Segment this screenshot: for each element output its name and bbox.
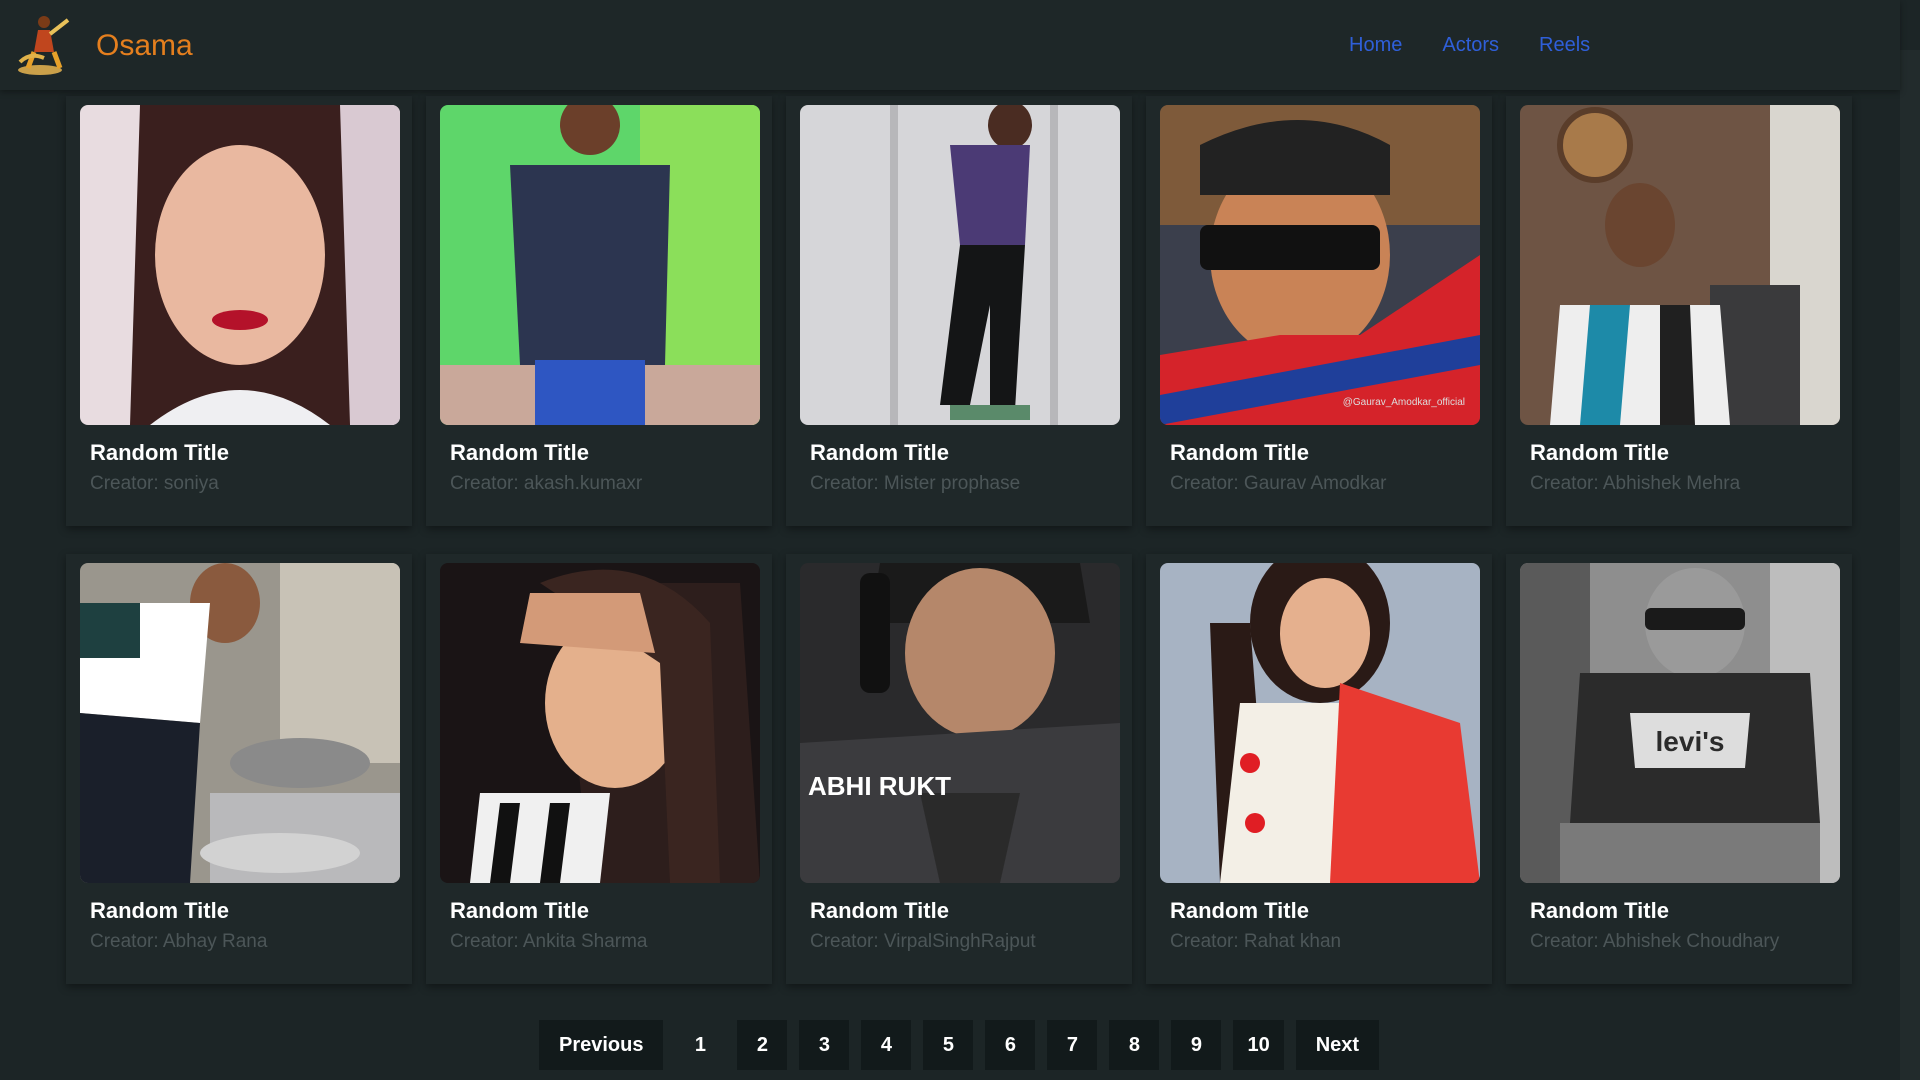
video-thumbnail[interactable] bbox=[1520, 105, 1840, 425]
card-title: Random Title bbox=[1170, 898, 1309, 923]
card-creator: Creator: Abhay Rana bbox=[90, 931, 268, 952]
video-thumbnail[interactable] bbox=[800, 105, 1120, 425]
page-button-3[interactable]: 3 bbox=[799, 1020, 850, 1070]
video-thumbnail[interactable]: levi's bbox=[1520, 563, 1840, 883]
card-title: Random Title bbox=[90, 898, 229, 923]
card-title: Random Title bbox=[450, 440, 589, 465]
nav-links: Home Actors Reels bbox=[1349, 34, 1590, 57]
video-card[interactable]: Random Title Creator: Mister prophase bbox=[786, 96, 1132, 526]
thumbnail-image: levi's bbox=[1520, 563, 1840, 883]
thumbnail-image: ABHI RUKT bbox=[800, 563, 1120, 883]
scrollbar-track[interactable] bbox=[1900, 50, 1920, 1080]
video-thumbnail[interactable]: ABHI RUKT bbox=[800, 563, 1120, 883]
page-button-1[interactable]: 1 bbox=[675, 1020, 726, 1070]
video-card[interactable]: Random Title Creator: Rahat khan bbox=[1146, 554, 1492, 984]
video-thumbnail[interactable] bbox=[80, 563, 400, 883]
thumbnail-image bbox=[80, 563, 400, 883]
card-creator: Creator: Ankita Sharma bbox=[450, 931, 648, 952]
thumbnail-image bbox=[440, 563, 760, 883]
thumbnail-overlay-text: ABHI RUKT bbox=[808, 771, 951, 801]
card-title: Random Title bbox=[450, 898, 589, 923]
thumbnail-image bbox=[800, 105, 1120, 425]
thumbnail-shirt-text: levi's bbox=[1656, 726, 1725, 757]
card-creator: Creator: soniya bbox=[90, 473, 219, 494]
card-title: Random Title bbox=[90, 440, 229, 465]
nav-home-link[interactable]: Home bbox=[1349, 34, 1402, 57]
video-card[interactable]: Random Title Creator: akash.kumaxr bbox=[426, 96, 772, 526]
next-page-button[interactable]: Next bbox=[1295, 1020, 1380, 1070]
video-thumbnail[interactable]: @Gaurav_Amodkar_official bbox=[1160, 105, 1480, 425]
pagination: Previous 1 2 3 4 5 6 7 8 9 10 Next bbox=[539, 1020, 1380, 1070]
page-button-8[interactable]: 8 bbox=[1109, 1020, 1160, 1070]
nav-reels-link[interactable]: Reels bbox=[1539, 34, 1590, 57]
thumbnail-image bbox=[1160, 563, 1480, 883]
card-title: Random Title bbox=[810, 898, 949, 923]
card-creator: Creator: Mister prophase bbox=[810, 473, 1021, 494]
card-title: Random Title bbox=[1170, 440, 1309, 465]
card-creator: Creator: Rahat khan bbox=[1170, 931, 1342, 952]
video-thumbnail[interactable] bbox=[80, 105, 400, 425]
logo-icon bbox=[18, 16, 70, 75]
video-thumbnail[interactable] bbox=[440, 105, 760, 425]
card-creator: Creator: Abhishek Mehra bbox=[1530, 473, 1741, 494]
video-card[interactable]: Random Title Creator: Abhishek Mehra bbox=[1506, 96, 1852, 526]
card-creator: Creator: Abhishek Choudhary bbox=[1530, 931, 1780, 952]
card-creator: Creator: Gaurav Amodkar bbox=[1170, 473, 1387, 494]
thumbnail-image bbox=[1520, 105, 1840, 425]
page-button-7[interactable]: 7 bbox=[1047, 1020, 1098, 1070]
thumbnail-image: @Gaurav_Amodkar_official bbox=[1160, 105, 1480, 425]
card-title: Random Title bbox=[810, 440, 949, 465]
card-creator: Creator: akash.kumaxr bbox=[450, 473, 643, 494]
page-button-5[interactable]: 5 bbox=[923, 1020, 974, 1070]
card-creator: Creator: VirpalSinghRajput bbox=[810, 931, 1036, 952]
page-button-2[interactable]: 2 bbox=[737, 1020, 788, 1070]
previous-page-button[interactable]: Previous bbox=[539, 1020, 664, 1070]
video-card[interactable]: @Gaurav_Amodkar_official Random Title Cr… bbox=[1146, 96, 1492, 526]
page-button-9[interactable]: 9 bbox=[1171, 1020, 1222, 1070]
brand[interactable]: Osama bbox=[10, 12, 193, 80]
top-navbar: Osama Home Actors Reels bbox=[0, 0, 1900, 90]
nav-actors-link[interactable]: Actors bbox=[1442, 34, 1499, 57]
video-card[interactable]: Random Title Creator: Ankita Sharma bbox=[426, 554, 772, 984]
video-card[interactable]: ABHI RUKT Random Title Creator: VirpalSi… bbox=[786, 554, 1132, 984]
page-button-10[interactable]: 10 bbox=[1233, 1020, 1284, 1070]
card-title: Random Title bbox=[1530, 898, 1669, 923]
video-grid: Random Title Creator: soniya Random Titl… bbox=[66, 96, 1852, 984]
thumbnail-image bbox=[440, 105, 760, 425]
video-thumbnail[interactable] bbox=[1160, 563, 1480, 883]
brand-name: Osama bbox=[96, 29, 193, 62]
page-button-6[interactable]: 6 bbox=[985, 1020, 1036, 1070]
video-card[interactable]: Random Title Creator: Abhay Rana bbox=[66, 554, 412, 984]
video-card[interactable]: levi's Random Title Creator: Abhishek Ch… bbox=[1506, 554, 1852, 984]
thumbnail-image bbox=[80, 105, 400, 425]
page-button-4[interactable]: 4 bbox=[861, 1020, 912, 1070]
thumbnail-watermark: @Gaurav_Amodkar_official bbox=[1343, 397, 1465, 408]
card-title: Random Title bbox=[1530, 440, 1669, 465]
video-card[interactable]: Random Title Creator: soniya bbox=[66, 96, 412, 526]
video-thumbnail[interactable] bbox=[440, 563, 760, 883]
